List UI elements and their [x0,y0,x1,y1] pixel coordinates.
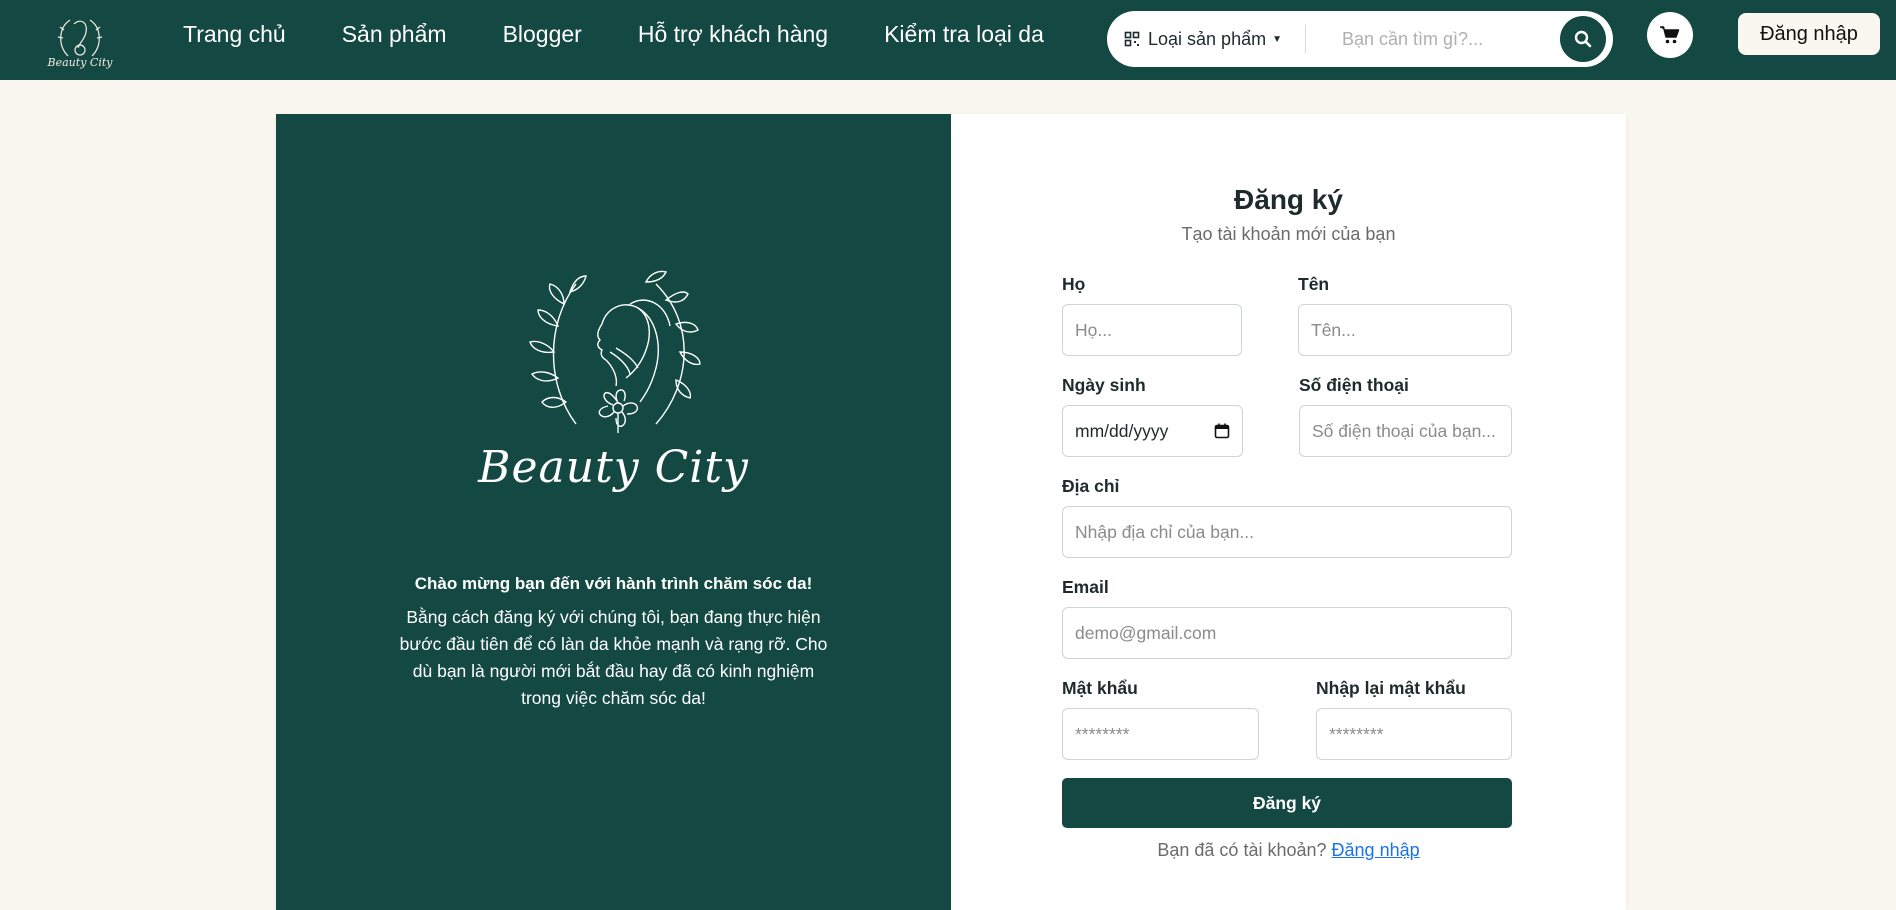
nav-skin-test[interactable]: Kiểm tra loại da [884,21,1044,48]
logo-text: Beauty City [478,442,749,493]
address-field[interactable] [1062,506,1512,558]
register-submit-button[interactable]: Đăng ký [1062,778,1512,828]
last-name-field[interactable] [1062,304,1242,356]
welcome-text: Bằng cách đăng ký với chúng tôi, bạn đan… [399,607,828,708]
search-divider [1305,25,1306,53]
caret-down-icon: ▼ [1272,33,1282,45]
cart-button[interactable] [1647,12,1693,58]
confirm-password-field[interactable] [1316,708,1512,760]
birthday-value: mm/dd/yyyy [1075,420,1169,441]
brand-face-icon [57,19,103,56]
register-card: Beauty City Chào mừng bạn đến với hành t… [276,114,1626,910]
top-navbar: Beauty City Trang chủ Sản phẩm Blogger H… [0,0,1896,80]
first-name-field[interactable] [1298,304,1512,356]
form-title: Đăng ký [1234,184,1343,215]
beauty-face-flower-icon [529,270,701,433]
password-field[interactable] [1062,708,1259,760]
password-label: Mật khẩu [1062,678,1138,698]
register-form: Đăng ký Tạo tài khoản mới của bạn Họ Tên… [951,114,1626,910]
first-name-label: Tên [1298,274,1330,294]
cart-icon [1660,26,1680,44]
welcome-title: Chào mừng bạn đến với hành trình chăm só… [414,574,813,593]
brand-logo[interactable]: Beauty City [40,0,120,80]
header-login-button[interactable]: Đăng nhập [1738,13,1880,55]
last-name-label: Họ [1062,274,1086,294]
welcome-panel: Beauty City Chào mừng bạn đến với hành t… [276,114,951,910]
nav-support[interactable]: Hỗ trợ khách hàng [638,21,828,48]
nav-blogger[interactable]: Blogger [503,21,582,48]
search-icon [1574,30,1592,48]
form-subtitle: Tạo tài khoản mới của bạn [1181,224,1396,244]
email-label: Email [1062,577,1109,597]
email-field[interactable] [1062,607,1512,659]
phone-label: Số điện thoại [1299,375,1409,395]
search-input[interactable] [1342,11,1542,67]
address-label: Địa chỉ [1062,476,1120,496]
birthday-label: Ngày sinh [1062,375,1146,395]
qr-grid-icon [1124,31,1140,47]
search-button[interactable] [1560,16,1606,62]
nav-home[interactable]: Trang chủ [183,21,286,48]
calendar-icon[interactable] [1214,423,1230,439]
login-prompt: Bạn đã có tài khoản? Đăng nhập [951,840,1626,861]
confirm-password-label: Nhập lại mật khẩu [1316,678,1466,698]
category-label: Loại sản phẩm [1148,28,1267,49]
main-nav: Trang chủ Sản phẩm Blogger Hỗ trợ khách … [183,0,1044,68]
phone-field[interactable] [1299,405,1512,457]
category-dropdown[interactable]: Loại sản phẩm ▼ [1107,11,1317,67]
search-box: Loại sản phẩm ▼ [1107,11,1613,67]
login-prompt-text: Bạn đã có tài khoản? [1157,840,1327,860]
nav-products[interactable]: Sản phẩm [342,21,447,48]
birthday-field[interactable]: mm/dd/yyyy [1062,405,1243,457]
brand-text: Beauty City [47,55,113,69]
login-link[interactable]: Đăng nhập [1332,840,1420,860]
